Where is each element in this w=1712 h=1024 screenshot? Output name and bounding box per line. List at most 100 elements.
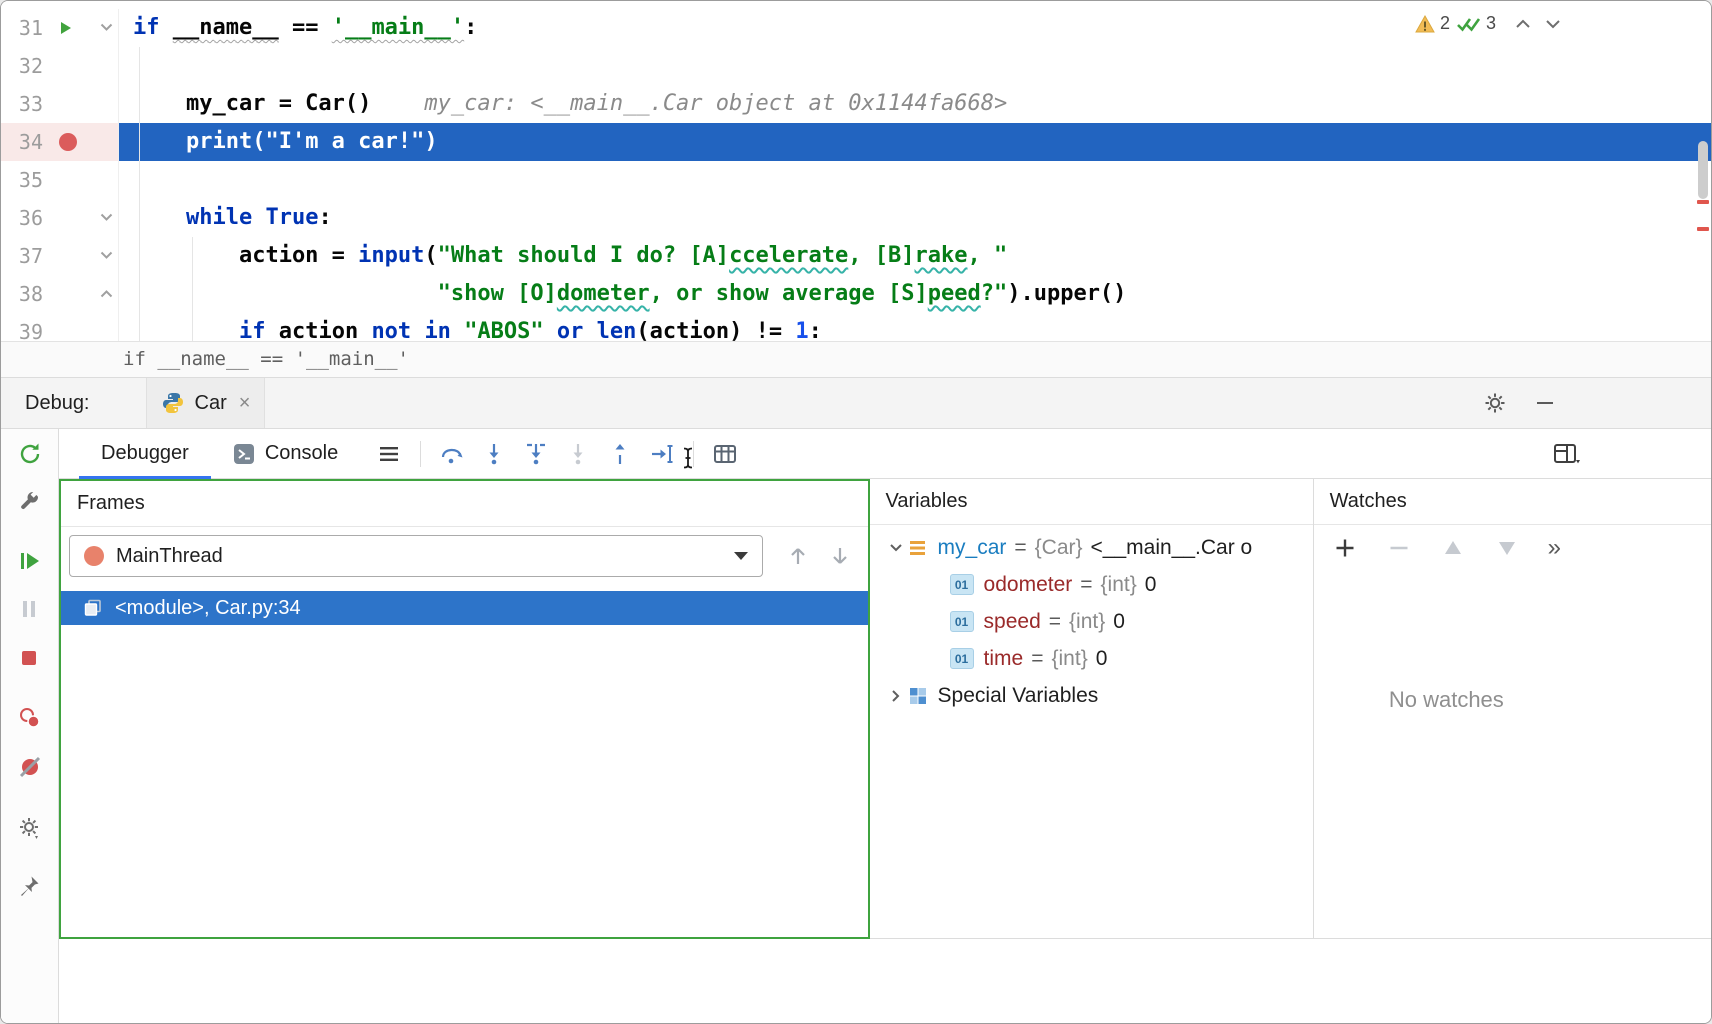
variables-tree: my_car = {Car} <__main__.Car o 01 odomet… bbox=[870, 525, 1313, 714]
debug-toolwindow: Debugger Console bbox=[1, 429, 1711, 1023]
more-tabs-menu-icon[interactable] bbox=[368, 433, 410, 475]
remove-watch-icon[interactable] bbox=[1386, 535, 1412, 561]
close-icon[interactable]: × bbox=[239, 392, 251, 415]
variable-row-my-car[interactable]: my_car = {Car} <__main__.Car o bbox=[870, 529, 1313, 566]
code-segment: "ABOS" bbox=[464, 319, 543, 341]
resume-icon[interactable] bbox=[17, 548, 43, 574]
code-segment: input bbox=[358, 243, 424, 268]
variable-type: {int} bbox=[1052, 647, 1088, 671]
chevron-down-icon[interactable] bbox=[884, 543, 908, 553]
thread-selector[interactable]: MainThread bbox=[69, 535, 763, 577]
stack-frame-row-selected[interactable]: <module>, Car.py:34 bbox=[61, 591, 868, 625]
fold-down-icon[interactable] bbox=[100, 213, 113, 222]
inspections-widget[interactable]: 2 3 bbox=[1415, 13, 1561, 34]
int-type-icon: 01 bbox=[950, 574, 974, 595]
view-breakpoints-icon[interactable] bbox=[17, 705, 43, 731]
frames-panel[interactable]: Frames MainThread bbox=[59, 479, 870, 939]
code-segment bbox=[133, 205, 186, 230]
code-line-37[interactable]: 37 action = input("What should I do? [A]… bbox=[1, 237, 1711, 275]
gutter-31[interactable]: 31 bbox=[1, 9, 119, 47]
line-number: 35 bbox=[1, 161, 43, 199]
code-segment: not bbox=[371, 319, 411, 341]
rerun-icon[interactable] bbox=[17, 441, 43, 467]
debugger-settings-gear-icon[interactable] bbox=[17, 815, 43, 841]
code-line-32[interactable]: 32 bbox=[1, 47, 1711, 85]
variable-row-time[interactable]: 01 time = {int} 0 bbox=[870, 640, 1313, 677]
ok-group[interactable]: 3 bbox=[1457, 13, 1496, 34]
variable-row-speed[interactable]: 01 speed = {int} 0 bbox=[870, 603, 1313, 640]
variables-panel[interactable]: Variables my_car = {Car} <__main__.Car o bbox=[870, 479, 1314, 939]
mute-breakpoints-icon[interactable] bbox=[17, 754, 43, 780]
variable-name: speed bbox=[984, 610, 1041, 634]
line-number: 33 bbox=[1, 85, 43, 123]
move-watch-up-icon[interactable] bbox=[1440, 535, 1466, 561]
stop-icon[interactable] bbox=[17, 646, 43, 672]
tab-console[interactable]: Console bbox=[211, 429, 360, 478]
step-into-icon[interactable] bbox=[473, 433, 515, 475]
code-editor[interactable]: 31 if __name__ == '__main__': 32 33 my_c… bbox=[1, 1, 1711, 341]
wrench-icon[interactable] bbox=[17, 490, 43, 516]
fold-down-icon[interactable] bbox=[100, 23, 113, 32]
previous-frame-icon[interactable] bbox=[781, 539, 815, 573]
prev-problem-icon[interactable] bbox=[1515, 19, 1531, 29]
fold-up-icon[interactable] bbox=[100, 289, 113, 298]
gutter-37[interactable]: 37 bbox=[1, 237, 119, 275]
pause-icon[interactable] bbox=[17, 597, 43, 623]
code-segment: rake bbox=[915, 243, 968, 268]
tab-debugger[interactable]: Debugger bbox=[79, 429, 211, 478]
gutter-34[interactable]: 34 bbox=[1, 123, 119, 161]
code-line-34-current[interactable]: 34 print("I'm a car!") bbox=[1, 123, 1711, 161]
code-line-33[interactable]: 33 my_car = Car() my_car: <__main__.Car … bbox=[1, 85, 1711, 123]
code-line-35[interactable]: 35 bbox=[1, 161, 1711, 199]
code-line-36[interactable]: 36 while True: bbox=[1, 199, 1711, 237]
fold-down-icon[interactable] bbox=[100, 251, 113, 260]
code-segment: len bbox=[597, 319, 637, 341]
breakpoint-icon[interactable] bbox=[59, 133, 77, 151]
special-variables-row[interactable]: Special Variables bbox=[870, 677, 1313, 714]
gutter-39[interactable]: 39 bbox=[1, 313, 119, 341]
add-watch-icon[interactable] bbox=[1332, 535, 1358, 561]
code-segment: if bbox=[133, 15, 160, 40]
view-as-table-icon[interactable] bbox=[704, 433, 746, 475]
layout-settings-icon[interactable] bbox=[1553, 441, 1581, 467]
console-icon bbox=[233, 443, 255, 465]
run-to-cursor-icon[interactable] bbox=[641, 433, 683, 475]
code-segment: my_car = Car() bbox=[133, 91, 371, 116]
error-stripe-mark[interactable] bbox=[1697, 227, 1709, 231]
next-frame-icon[interactable] bbox=[823, 539, 857, 573]
variable-row-odometer[interactable]: 01 odometer = {int} 0 bbox=[870, 566, 1313, 603]
code-segment: "I'm a car!" bbox=[265, 129, 424, 154]
frame-label: <module>, Car.py:34 bbox=[115, 597, 301, 620]
variable-value: 0 bbox=[1096, 647, 1108, 671]
no-watches-message: No watches bbox=[1314, 687, 1579, 713]
editor-scrollbar[interactable] bbox=[1698, 141, 1708, 199]
error-stripe-mark[interactable] bbox=[1697, 200, 1709, 204]
watches-panel[interactable]: Watches » No wa bbox=[1314, 479, 1711, 939]
debug-session-tab-car[interactable]: Car × bbox=[146, 378, 266, 428]
gutter-35[interactable]: 35 bbox=[1, 161, 119, 199]
code-line-38[interactable]: 38 "show [O]dometer, or show average [S]… bbox=[1, 275, 1711, 313]
run-icon[interactable] bbox=[58, 21, 72, 35]
warnings-group[interactable]: 2 bbox=[1415, 13, 1450, 34]
next-problem-icon[interactable] bbox=[1545, 19, 1561, 29]
gutter-38[interactable]: 38 bbox=[1, 275, 119, 313]
chevron-right-icon[interactable] bbox=[884, 689, 908, 703]
pin-icon[interactable] bbox=[17, 874, 43, 900]
step-out-icon[interactable] bbox=[599, 433, 641, 475]
move-watch-down-icon[interactable] bbox=[1494, 535, 1520, 561]
breadcrumb[interactable]: if __name__ == '__main__' bbox=[1, 341, 1711, 377]
code-text: "show [O]dometer, or show average [S]pee… bbox=[119, 275, 1711, 313]
hide-icon[interactable] bbox=[1537, 402, 1553, 404]
code-segment bbox=[411, 319, 424, 341]
gutter-32[interactable]: 32 bbox=[1, 47, 119, 85]
settings-gear-icon[interactable] bbox=[1483, 391, 1507, 415]
more-actions-icon[interactable]: » bbox=[1548, 536, 1561, 560]
breadcrumb-context[interactable]: if __name__ == '__main__' bbox=[123, 348, 409, 370]
step-over-icon[interactable] bbox=[431, 433, 473, 475]
code-segment bbox=[160, 15, 173, 40]
gutter-33[interactable]: 33 bbox=[1, 85, 119, 123]
force-step-into-icon[interactable] bbox=[557, 433, 599, 475]
code-line-39[interactable]: 39 if action not in "ABOS" or len(action… bbox=[1, 313, 1711, 341]
gutter-36[interactable]: 36 bbox=[1, 199, 119, 237]
step-into-my-code-icon[interactable] bbox=[515, 433, 557, 475]
